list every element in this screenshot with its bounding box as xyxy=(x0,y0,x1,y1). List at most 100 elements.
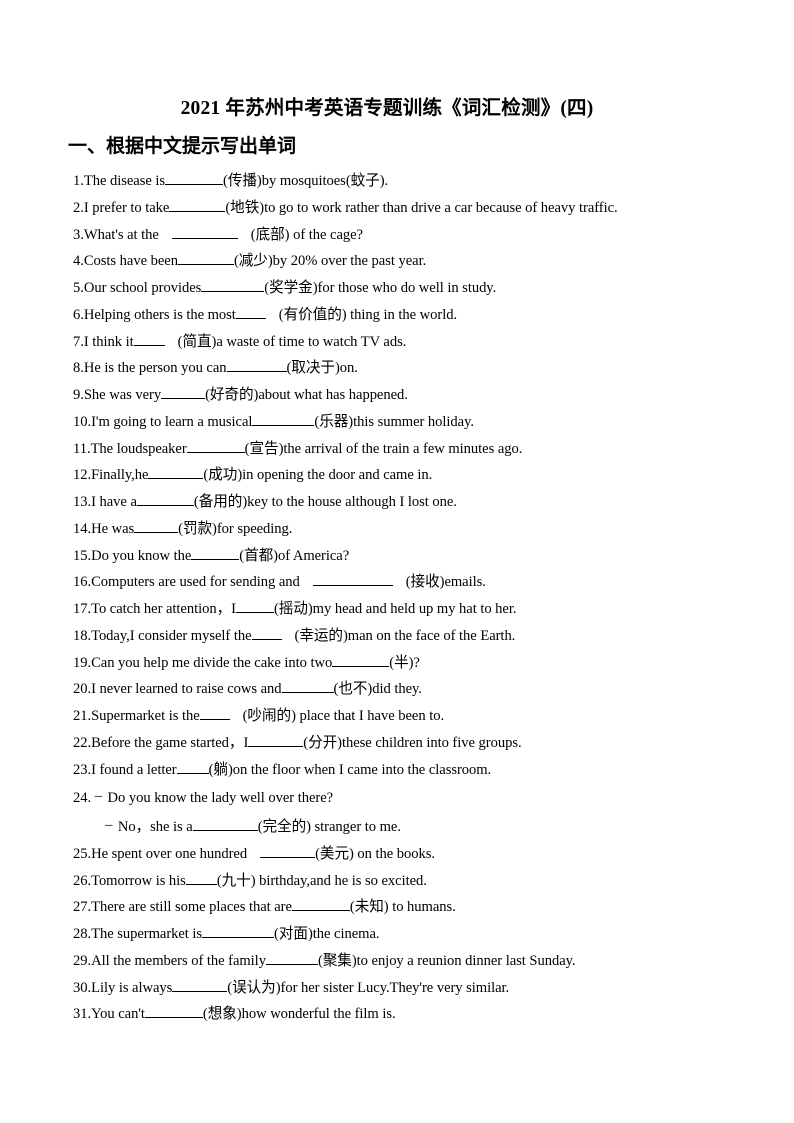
question-number: 7. xyxy=(73,333,84,350)
answer-blank[interactable] xyxy=(186,439,245,453)
question-number: 6. xyxy=(73,306,84,323)
answer-blank[interactable] xyxy=(291,897,350,912)
answer-blank[interactable] xyxy=(260,844,316,858)
question-item: 4.Costs have been (减少)by 20% over the pas… xyxy=(73,248,773,275)
question-text-before-blank: I'm going to learn a musical xyxy=(91,413,253,430)
answer-blank[interactable] xyxy=(136,492,194,506)
question-text-after-blank: (未知) to humans. xyxy=(349,899,456,916)
question-number: 29. xyxy=(73,952,92,969)
question-number: 11. xyxy=(73,440,91,457)
question-text-after-blank: (有价值的) thing in the world. xyxy=(278,306,458,323)
question-number: 28. xyxy=(73,926,92,942)
question-item: 30.Lily is always (误认为)for her sister Luc… xyxy=(73,975,773,1002)
question-number: 1. xyxy=(73,173,84,189)
question-item: 23.I found a letter (躺)on the floor when … xyxy=(73,757,773,784)
question-text-before-blank: Do you know the lady well over there? xyxy=(107,790,334,807)
question-text-before-blank: No，she is a xyxy=(117,819,193,835)
question-text-after-blank: (宣告)the arrival of the train a few minut… xyxy=(244,440,523,457)
question-text-after-blank: (奖学金)for those who do well in study. xyxy=(264,280,497,296)
answer-blank[interactable] xyxy=(148,465,204,480)
question-text-after-blank: (底部) of the cage? xyxy=(250,226,363,243)
question-text-after-blank: (吵闹的) place that I have been to. xyxy=(242,708,445,724)
answer-blank[interactable] xyxy=(226,358,287,373)
answer-blank[interactable] xyxy=(312,572,393,587)
answer-blank[interactable] xyxy=(192,817,258,831)
question-item: 17.To catch her attention，I (摇动)my head a… xyxy=(73,596,773,623)
question-number: 27. xyxy=(73,899,92,916)
question-number: 23. xyxy=(73,761,92,778)
answer-blank[interactable] xyxy=(134,519,179,533)
question-text-after-blank: (想象)how wonderful the film is. xyxy=(202,1006,396,1023)
question-number: 15. xyxy=(73,547,92,564)
question-text-before-blank: I found a letter xyxy=(91,761,177,778)
question-item: 24. – Do you know the lady well over the… xyxy=(73,783,773,812)
answer-blank[interactable] xyxy=(332,653,390,667)
question-text-before-blank: Finally,he xyxy=(91,467,149,484)
question-item: 6.Helping others is the most (有价值的) thing… xyxy=(73,302,773,329)
answer-blank[interactable] xyxy=(251,626,282,640)
question-text-before-blank: There are still some places that are xyxy=(91,899,292,916)
answer-blank[interactable] xyxy=(172,978,228,992)
question-item: 14.He was (罚款)for speeding. xyxy=(73,516,773,543)
question-number: 18. xyxy=(73,627,92,644)
question-text-before-blank: Lily is always xyxy=(91,979,173,996)
question-text-after-blank: (接收)emails. xyxy=(405,574,486,591)
answer-blank[interactable] xyxy=(185,871,217,885)
answer-blank[interactable] xyxy=(235,599,274,613)
question-text-before-blank: Supermarket is the xyxy=(91,708,200,724)
answer-blank[interactable] xyxy=(133,332,165,346)
answer-blank[interactable] xyxy=(161,385,206,399)
question-text-after-blank: (半)? xyxy=(389,654,420,671)
question-text-after-blank: (九十) birthday,and he is so excited. xyxy=(216,872,427,889)
question-item: 28.The supermarket is (对面)the cinema. xyxy=(73,921,773,948)
answer-blank[interactable] xyxy=(165,171,224,185)
question-text-after-blank: (也不)did they. xyxy=(333,681,422,698)
question-number: 19. xyxy=(73,654,92,671)
question-text-before-blank: I never learned to raise cows and xyxy=(91,681,282,698)
question-text-after-blank: (完全的) stranger to me. xyxy=(257,819,401,835)
answer-blank[interactable] xyxy=(171,225,238,239)
answer-blank[interactable] xyxy=(144,1004,203,1019)
question-number: 2. xyxy=(73,199,84,216)
question-item: 18.Today,I consider myself the (幸运的)man o… xyxy=(73,623,773,650)
answer-blank[interactable] xyxy=(176,760,209,774)
answer-blank[interactable] xyxy=(199,706,230,720)
answer-blank[interactable] xyxy=(177,251,234,266)
question-text-before-blank: Tomorrow is his xyxy=(91,872,186,889)
question-item: 21.Supermarket is the (吵闹的) place that I … xyxy=(73,703,773,730)
answer-blank[interactable] xyxy=(235,305,266,319)
answer-blank[interactable] xyxy=(202,924,275,938)
question-text-before-blank: Today,I consider myself the xyxy=(91,627,252,644)
question-text-before-blank: He was xyxy=(91,520,135,537)
question-item: 11.The loudspeaker (宣告)the arrival of the… xyxy=(73,436,773,463)
question-item: 16.Computers are used for sending and (接收… xyxy=(73,569,773,596)
question-item: 15.Do you know the (首都)of America? xyxy=(73,543,773,570)
question-text-before-blank: Our school provides xyxy=(83,280,202,296)
answer-blank[interactable] xyxy=(252,412,315,426)
question-item: 25.He spent over one hundred (美元) on the … xyxy=(73,841,773,868)
question-item: 1.The disease is (传播)by mosquitoes(蚊子). xyxy=(73,168,773,195)
question-item: 8.He is the person you can (取决于)on. xyxy=(73,355,773,382)
question-text-after-blank: (好奇的)about what has happened. xyxy=(205,387,408,403)
answer-blank[interactable] xyxy=(281,679,334,694)
question-list: 1.The disease is (传播)by mosquitoes(蚊子). 2.… xyxy=(73,168,773,1028)
question-item: 19.Can you help me divide the cake into … xyxy=(73,650,773,677)
question-text-before-blank: All the members of the family xyxy=(91,952,266,969)
question-text-before-blank: You can't xyxy=(91,1006,145,1023)
answer-blank[interactable] xyxy=(265,951,318,965)
dialogue-dash: – xyxy=(91,788,106,805)
question-text-after-blank: (取决于)on. xyxy=(286,360,358,377)
answer-blank[interactable] xyxy=(248,733,304,747)
answer-blank[interactable] xyxy=(191,546,240,560)
question-number: 17. xyxy=(73,601,92,617)
answer-blank[interactable] xyxy=(201,278,265,292)
page-title: 2021 年苏州中考英语专题训练《词汇检测》(四) xyxy=(180,98,594,119)
question-text-after-blank: (首都)of America? xyxy=(239,547,350,564)
question-item: 7.I think it (简直)a waste of time to watch… xyxy=(73,329,773,356)
question-item: 5.Our school provides (奖学金)for those who … xyxy=(73,275,773,302)
question-text-before-blank: Can you help me divide the cake into two xyxy=(91,654,333,671)
question-number: 12. xyxy=(73,467,92,484)
answer-blank[interactable] xyxy=(169,198,226,212)
question-number: 8. xyxy=(73,360,84,377)
question-text-after-blank: (备用的)key to the house although I lost on… xyxy=(193,494,457,510)
